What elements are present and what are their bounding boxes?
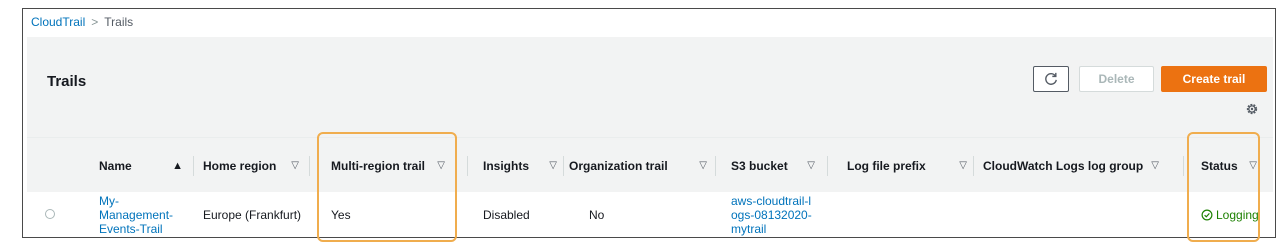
cell-insights: Disabled bbox=[483, 207, 530, 222]
sort-icon: ▽ bbox=[1151, 160, 1159, 171]
column-header-organization-trail[interactable]: Organization trail ▽ bbox=[561, 138, 715, 193]
gear-icon[interactable] bbox=[1245, 102, 1259, 116]
check-circle-icon bbox=[1201, 209, 1213, 220]
column-header-log-file-prefix[interactable]: Log file prefix ▽ bbox=[839, 138, 975, 193]
delete-button[interactable]: Delete bbox=[1079, 66, 1154, 92]
column-header-multi-region[interactable]: Multi-region trail ▽ bbox=[323, 138, 453, 193]
sort-icon: ▽ bbox=[807, 160, 815, 171]
breadcrumb: CloudTrail > Trails bbox=[31, 14, 133, 30]
status-badge: Logging bbox=[1201, 208, 1259, 222]
column-header-s3-bucket[interactable]: S3 bucket ▽ bbox=[723, 138, 823, 193]
sort-icon: ▽ bbox=[699, 160, 707, 171]
refresh-button[interactable] bbox=[1033, 66, 1069, 92]
table-header: Name ▲ Home region ▽ Multi-region trail … bbox=[27, 137, 1273, 193]
row-select-radio[interactable] bbox=[45, 209, 55, 219]
cell-log-prefix bbox=[839, 192, 975, 237]
column-header-home-region[interactable]: Home region ▽ bbox=[195, 138, 307, 193]
s3-bucket-link[interactable]: aws-cloudtrail-logs-08132020-mytrail bbox=[723, 192, 823, 237]
sort-icon: ▽ bbox=[549, 160, 557, 171]
status-text: Logging bbox=[1216, 207, 1259, 222]
cell-cloudwatch bbox=[975, 192, 1167, 237]
trails-panel: Trails Delete Create trail Name ▲ Home r… bbox=[27, 37, 1273, 237]
sort-icon: ▽ bbox=[437, 160, 445, 171]
breadcrumb-current: Trails bbox=[104, 15, 134, 29]
sort-icon: ▽ bbox=[291, 160, 299, 171]
sort-asc-icon: ▲ bbox=[172, 159, 183, 172]
create-trail-button[interactable]: Create trail bbox=[1161, 66, 1267, 92]
sort-icon: ▽ bbox=[959, 160, 967, 171]
trail-name-link[interactable]: My-Management-Events-Trail bbox=[91, 192, 175, 237]
sort-icon: ▽ bbox=[1249, 160, 1257, 171]
refresh-icon bbox=[1045, 72, 1057, 85]
column-header-cloudwatch-log-group[interactable]: CloudWatch Logs log group ▽ bbox=[975, 138, 1167, 193]
cell-home-region: Europe (Frankfurt) bbox=[203, 207, 302, 222]
page-title: Trails bbox=[47, 73, 87, 90]
cell-status: Logging bbox=[1193, 192, 1267, 237]
breadcrumb-cloudtrail-link[interactable]: CloudTrail bbox=[31, 15, 85, 29]
column-header-name[interactable]: Name ▲ bbox=[91, 138, 191, 193]
table-row[interactable]: My-Management-Events-Trail Europe (Frank… bbox=[27, 192, 1273, 237]
column-header-status[interactable]: Status ▽ bbox=[1193, 138, 1265, 193]
cloudtrail-console: CloudTrail > Trails Trails Delete Create… bbox=[22, 8, 1276, 238]
column-header-insights[interactable]: Insights ▽ bbox=[475, 138, 565, 193]
cell-multi-region: Yes bbox=[331, 207, 351, 222]
cell-organization: No bbox=[589, 207, 605, 222]
chevron-right-icon: > bbox=[91, 15, 99, 29]
